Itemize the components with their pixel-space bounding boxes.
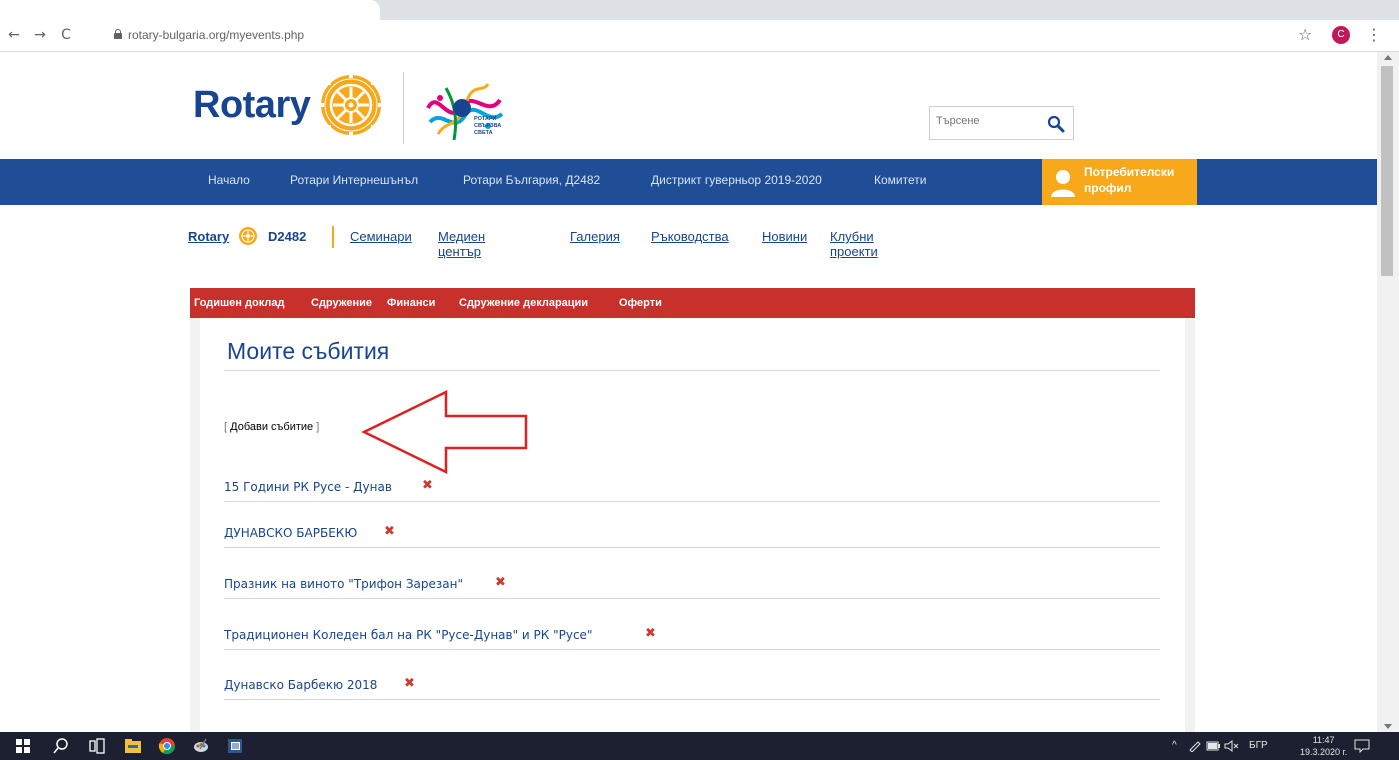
delete-x-icon[interactable]: ✖	[404, 676, 415, 691]
dnav-news[interactable]: Новини	[762, 229, 807, 244]
profile-label: Потребителски профил	[1084, 164, 1174, 196]
bracket-close: ]	[313, 421, 320, 433]
dnav-club-projects[interactable]: Клубни проекти	[830, 229, 878, 259]
district-nav-separator	[332, 226, 334, 248]
reload-icon[interactable]: C	[56, 25, 76, 45]
search-icon[interactable]	[52, 737, 70, 755]
file-explorer-icon[interactable]	[124, 737, 142, 755]
event-link[interactable]: Празник на виното "Трифон Зарезан"	[224, 577, 463, 591]
pen-icon[interactable]	[1188, 740, 1202, 752]
title-divider	[224, 370, 1160, 371]
browser-toolbar: ← → C rotary-bulgaria.org/myevents.php ☆…	[0, 20, 1399, 52]
subnav-finances[interactable]: Финанси	[387, 297, 435, 309]
clock-date: 19.3.2020 г.	[1300, 747, 1348, 757]
notifications-icon[interactable]	[1354, 739, 1370, 753]
add-event-link[interactable]: [ Добави събитие ]	[224, 421, 319, 433]
connect-logo-line-1: РОТАРИ	[474, 116, 497, 122]
nav-rotary-international[interactable]: Ротари Интернешънъл	[290, 173, 418, 187]
browser-tab-strip	[0, 0, 1399, 20]
profile-label-line-1: Потребителски	[1084, 165, 1175, 179]
nav-committees[interactable]: Комитети	[874, 173, 926, 187]
dnav-seminars[interactable]: Семинари	[350, 229, 412, 244]
rotary-wheel-icon[interactable]	[318, 72, 384, 138]
rotary-connects-world-logo[interactable]: РОТАРИ СВЪРЗВА СВЕТА	[418, 78, 508, 148]
chrome-icon[interactable]	[158, 737, 176, 755]
connect-logo-line-3: СВЕТА	[474, 130, 493, 136]
user-icon	[1051, 170, 1075, 197]
speaker-muted-icon[interactable]	[1224, 740, 1240, 752]
district-code: D2482	[268, 229, 307, 244]
bookmark-star-icon[interactable]: ☆	[1298, 25, 1312, 44]
scroll-up-icon[interactable]	[1384, 55, 1392, 60]
rotary-wheel-icon	[239, 227, 257, 245]
district-rotary-link[interactable]: Rotary	[188, 229, 229, 244]
scrollbar-thumb[interactable]	[1381, 66, 1393, 276]
subnav-annual-report[interactable]: Годишен доклад	[194, 297, 284, 309]
active-tab[interactable]	[0, 0, 380, 20]
event-row: Празник на виното "Трифон Зарезан" ✖	[224, 573, 1160, 599]
site-search	[929, 106, 1074, 140]
nav-home[interactable]: Начало	[208, 173, 250, 187]
back-arrow-icon[interactable]: ←	[4, 25, 24, 45]
scroll-down-icon[interactable]	[1384, 724, 1392, 729]
page-scrollbar[interactable]	[1377, 52, 1399, 732]
event-row: Дунавско Барбекю 2018 ✖	[224, 674, 1160, 700]
windows-taskbar: ^ БГР 11:47 19.3.2020 г.	[0, 732, 1399, 760]
word-app-icon[interactable]	[226, 737, 244, 755]
search-input[interactable]	[936, 115, 1036, 127]
page-title: Моите събития	[227, 338, 390, 364]
dnav-media-center[interactable]: Медиен център	[438, 229, 485, 259]
subnav-association[interactable]: Сдружение	[311, 297, 372, 309]
address-bar[interactable]: rotary-bulgaria.org/myevents.php	[128, 28, 304, 42]
menu-kebab-icon[interactable]: ⋮	[1366, 25, 1382, 44]
event-link[interactable]: 15 Години РК Русе - Дунав	[224, 480, 392, 494]
profile-label-line-2: профил	[1084, 181, 1132, 195]
sub-nav: Годишен доклад Сдружение Финанси Сдружен…	[190, 288, 1195, 318]
connect-logo-line-2: СВЪРЗВА	[474, 123, 501, 129]
lock-icon[interactable]	[114, 29, 122, 39]
delete-x-icon[interactable]: ✖	[422, 478, 433, 493]
windows-start-icon[interactable]	[14, 737, 32, 755]
nav-district-governor[interactable]: Дистрикт гуверньор 2019-2020	[651, 173, 822, 187]
subnav-offers[interactable]: Оферти	[619, 297, 662, 309]
clock-time: 11:47	[1312, 735, 1335, 745]
search-icon[interactable]	[1046, 114, 1066, 134]
delete-x-icon[interactable]: ✖	[645, 626, 656, 641]
event-link[interactable]: Традиционен Коледен бал на РК "Русе-Дуна…	[224, 628, 592, 642]
dnav-manuals[interactable]: Ръководства	[651, 229, 729, 244]
event-row: 15 Години РК Русе - Дунав ✖	[224, 476, 1160, 502]
add-event-label[interactable]: Добави събитие	[230, 421, 313, 433]
event-row: ДУНАВСКО БАРБЕКЮ ✖	[224, 522, 1160, 548]
delete-x-icon[interactable]: ✖	[384, 524, 395, 539]
user-profile-button[interactable]: Потребителски профил	[1042, 159, 1197, 205]
subnav-association-declarations[interactable]: Сдружение декларации	[459, 297, 588, 309]
battery-icon[interactable]	[1206, 741, 1220, 751]
forward-arrow-icon[interactable]: →	[30, 25, 50, 45]
input-language[interactable]: БГР	[1249, 740, 1268, 751]
nav-rotary-bulgaria[interactable]: Ротари България, Д2482	[463, 173, 600, 187]
logo-divider	[403, 72, 404, 144]
red-arrow-annotation	[361, 390, 528, 474]
taskbar-clock[interactable]: 11:47 19.3.2020 г.	[1300, 734, 1347, 758]
paint-app-icon[interactable]	[192, 737, 210, 755]
profile-avatar[interactable]: C	[1332, 26, 1350, 44]
task-view-icon[interactable]	[88, 737, 106, 755]
event-link[interactable]: Дунавско Барбекю 2018	[224, 678, 377, 692]
rotary-logo-text[interactable]: Rotary	[193, 84, 311, 127]
tray-chevron-up-icon[interactable]: ^	[1172, 740, 1177, 751]
delete-x-icon[interactable]: ✖	[495, 575, 506, 590]
event-link[interactable]: ДУНАВСКО БАРБЕКЮ	[224, 526, 357, 540]
event-row: Традиционен Коледен бал на РК "Русе-Дуна…	[224, 624, 1160, 650]
dnav-gallery[interactable]: Галерия	[570, 229, 620, 244]
